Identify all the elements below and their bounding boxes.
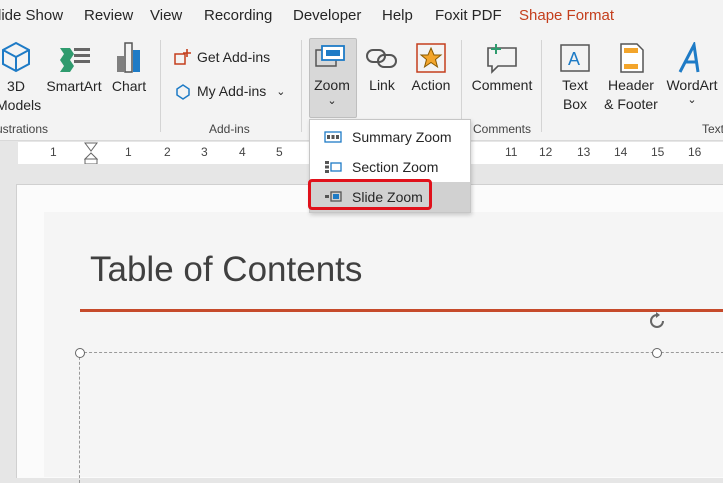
ruler-number: 5 <box>276 145 283 159</box>
ruler-number: 14 <box>614 145 628 159</box>
text-box-label-2: Box <box>562 96 588 112</box>
zoom-label: Zoom <box>314 77 350 93</box>
ribbon-tab-bar: lide Show Review View Recording Develope… <box>0 0 723 32</box>
3d-models-button[interactable]: 3D Models <box>0 40 42 115</box>
action-star-icon <box>416 43 446 73</box>
resize-handle[interactable] <box>75 348 85 358</box>
text-box-label-1: Text <box>562 77 588 93</box>
my-addins-label: My Add-ins <box>197 83 267 99</box>
my-addins-button[interactable]: My Add-ins ⌄ <box>174 82 285 100</box>
comments-group-label: Comments <box>473 122 532 136</box>
section-zoom-icon <box>325 161 342 173</box>
link-icon <box>366 49 397 68</box>
content-placeholder[interactable] <box>79 352 723 483</box>
comment-label: Comment <box>471 77 533 93</box>
header-footer-button[interactable]: Header & Footer <box>603 42 659 114</box>
zoom-icon <box>315 45 345 67</box>
cube-icon <box>2 41 30 73</box>
title-underline <box>80 309 723 312</box>
ruler-number: 15 <box>651 145 665 159</box>
ruler-number: 1 <box>125 145 132 159</box>
3d-models-label-1: 3D <box>7 78 25 94</box>
smartart-button[interactable]: SmartArt <box>44 40 104 96</box>
tab-recording[interactable]: Recording <box>204 7 272 24</box>
ruler-number: 11 <box>505 145 518 159</box>
ruler-number: 13 <box>577 145 591 159</box>
svg-text:A: A <box>568 49 580 69</box>
summary-zoom-icon <box>324 131 342 143</box>
summary-zoom-label: Summary Zoom <box>352 129 452 145</box>
smartart-label: SmartArt <box>46 78 102 94</box>
header-footer-icon <box>620 43 644 73</box>
wordart-button[interactable]: WordArt ⌄ <box>664 42 720 106</box>
tab-slide-show[interactable]: lide Show <box>0 7 63 24</box>
summary-zoom-menu-item[interactable]: Summary Zoom <box>310 122 470 152</box>
header-footer-label-2: & Footer <box>604 96 658 112</box>
rotate-handle-icon[interactable] <box>646 310 668 332</box>
link-button[interactable]: Link <box>362 42 402 95</box>
chart-label: Chart <box>111 78 147 94</box>
chart-button[interactable]: Chart <box>108 40 150 96</box>
wordart-icon <box>678 42 700 73</box>
separator <box>160 40 161 132</box>
action-label: Action <box>411 77 451 93</box>
link-label: Link <box>369 77 395 93</box>
section-zoom-label: Section Zoom <box>352 159 439 175</box>
chevron-down-icon: ⌄ <box>687 94 697 106</box>
tab-developer[interactable]: Developer <box>293 7 361 24</box>
addins-group-label: Add-ins <box>209 122 250 136</box>
resize-handle[interactable] <box>652 348 662 358</box>
slide-title[interactable]: Table of Contents <box>90 250 362 290</box>
tab-view[interactable]: View <box>150 7 182 24</box>
ruler-number: 12 <box>539 145 553 159</box>
indent-marker-icon[interactable] <box>84 142 98 166</box>
chevron-down-icon: ⌄ <box>276 85 286 98</box>
my-addins-icon <box>176 84 190 100</box>
header-footer-label-1: Header <box>608 77 654 93</box>
tab-shape-format[interactable]: Shape Format <box>519 7 614 24</box>
ruler-number: 3 <box>201 145 208 159</box>
ruler-number: 16 <box>688 145 702 159</box>
illustrations-group-label: ustrations <box>0 122 49 136</box>
text-box-icon: A <box>560 44 590 72</box>
section-zoom-menu-item[interactable]: Section Zoom <box>310 152 470 182</box>
text-group-label: Text <box>702 122 723 136</box>
ruler-number: 4 <box>239 145 246 159</box>
text-box-button[interactable]: A Text Box <box>552 42 598 114</box>
action-button[interactable]: Action <box>408 42 454 95</box>
add-in-plus-icon <box>174 49 191 65</box>
separator <box>301 40 302 132</box>
get-addins-label: Get Add-ins <box>197 49 271 65</box>
smartart-icon <box>60 48 90 72</box>
separator <box>541 40 542 132</box>
tab-foxit-pdf[interactable]: Foxit PDF <box>435 7 502 24</box>
tab-review[interactable]: Review <box>84 7 133 24</box>
ruler-number: 1 <box>50 145 57 159</box>
chevron-down-icon: ⌄ <box>327 95 337 107</box>
comment-icon <box>487 44 517 74</box>
tab-help[interactable]: Help <box>382 7 413 24</box>
wordart-label: WordArt <box>666 77 718 93</box>
comment-button[interactable]: Comment <box>470 42 534 95</box>
get-addins-button[interactable]: Get Add-ins <box>174 48 270 66</box>
bar-chart-icon <box>117 42 140 73</box>
zoom-button[interactable]: Zoom ⌄ <box>309 42 355 107</box>
3d-models-label-2: Models <box>0 97 42 113</box>
highlight-annotation-box <box>308 179 432 210</box>
ruler-number: 2 <box>164 145 171 159</box>
